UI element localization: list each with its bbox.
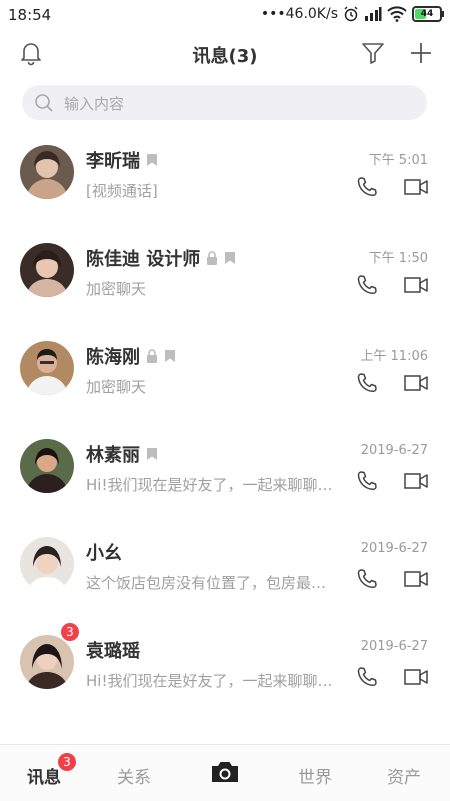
- search-icon: [35, 94, 53, 112]
- lock-icon: [207, 251, 218, 265]
- contact-name: 陈海刚: [86, 347, 140, 368]
- message-item[interactable]: 3 袁璐瑶 2019-6-27 Hi!我们现在是好友了，一起来聊聊吧！: [0, 618, 450, 716]
- contact-name-row: 小幺: [86, 539, 122, 565]
- alarm-icon: [344, 6, 358, 22]
- search-bar[interactable]: 输入内容: [22, 85, 427, 120]
- video-icon[interactable]: [404, 276, 428, 294]
- message-item[interactable]: 陈佳迪 设计师 下午 1:50 加密聊天: [0, 226, 450, 324]
- contact-name-row: 袁璐瑶: [86, 637, 140, 663]
- battery-icon: 44: [412, 6, 444, 22]
- message-item[interactable]: 林素丽 2019-6-27 Hi!我们现在是好友了，一起来聊聊吧！: [0, 422, 450, 520]
- message-preview: Hi!我们现在是好友了，一起来聊聊吧！: [86, 476, 341, 494]
- message-item[interactable]: 陈海刚 上午 11:06 加密聊天: [0, 324, 450, 422]
- message-time: 2019-6-27: [360, 443, 428, 458]
- phone-icon[interactable]: [356, 568, 378, 590]
- message-preview: 加密聊天: [86, 378, 147, 396]
- message-preview: Hi!我们现在是好友了，一起来聊聊吧！: [86, 672, 341, 690]
- filter-icon[interactable]: [360, 40, 386, 66]
- avatar[interactable]: [20, 635, 74, 689]
- contact-name-row: 陈佳迪 设计师: [86, 245, 236, 271]
- video-icon[interactable]: [404, 374, 428, 392]
- search-input[interactable]: 输入内容: [64, 93, 124, 114]
- phone-icon[interactable]: [356, 372, 378, 394]
- video-icon[interactable]: [404, 472, 428, 490]
- contact-name-row: 李昕瑞: [86, 147, 158, 173]
- message-preview: 这个饭店包房没有位置了，包房最低消费: [86, 574, 341, 592]
- tab-relations[interactable]: 关系: [117, 763, 151, 788]
- bookmark-icon: [147, 154, 157, 166]
- status-bar: 18:54 •••46.0K/s 44: [0, 0, 450, 30]
- contact-name: 李昕瑞: [86, 151, 140, 172]
- contact-name-row: 陈海刚: [86, 343, 176, 369]
- lock-icon: [147, 349, 157, 363]
- contact-name: 小幺: [86, 543, 122, 564]
- message-time: 上午 11:06: [360, 349, 428, 364]
- battery-level: 44: [420, 9, 434, 19]
- video-icon[interactable]: [404, 668, 428, 686]
- unread-badge: 3: [60, 622, 80, 642]
- message-time: 下午 1:50: [368, 251, 428, 266]
- contact-name-row: 林素丽: [86, 441, 158, 467]
- phone-icon[interactable]: [356, 666, 378, 688]
- message-time: 2019-6-27: [360, 541, 428, 556]
- avatar[interactable]: [20, 145, 74, 199]
- bookmark-icon: [225, 252, 236, 264]
- message-time: 2019-6-27: [360, 639, 428, 654]
- signal-icon: [365, 7, 382, 21]
- status-icons: •••46.0K/s 44: [260, 6, 444, 22]
- avatar[interactable]: [20, 243, 74, 297]
- message-preview: 加密聊天: [86, 280, 147, 298]
- tab-unread-badge: 3: [58, 753, 76, 771]
- phone-icon[interactable]: [356, 274, 378, 296]
- contact-name: 袁璐瑶: [86, 641, 140, 662]
- message-preview: [视频通话]: [86, 182, 158, 200]
- avatar[interactable]: [20, 537, 74, 591]
- avatar[interactable]: [20, 341, 74, 395]
- add-icon[interactable]: [408, 40, 434, 66]
- message-list: 李昕瑞 下午 5:01 [视频通话] 陈佳迪 设计师 下午 1:50 加密聊天 …: [0, 128, 450, 716]
- message-item[interactable]: 小幺 2019-6-27 这个饭店包房没有位置了，包房最低消费: [0, 520, 450, 618]
- contact-name: 陈佳迪 设计师: [86, 249, 201, 270]
- bookmark-icon: [165, 350, 175, 362]
- phone-icon[interactable]: [356, 470, 378, 492]
- tab-assets[interactable]: 资产: [387, 763, 421, 788]
- status-time: 18:54: [8, 6, 52, 24]
- tab-world[interactable]: 世界: [298, 763, 332, 788]
- phone-icon[interactable]: [356, 176, 378, 198]
- wifi-icon: [387, 6, 407, 22]
- top-bar: 讯息(3): [0, 30, 450, 76]
- message-time: 下午 5:01: [368, 153, 428, 168]
- contact-name: 林素丽: [86, 445, 140, 466]
- avatar[interactable]: [20, 439, 74, 493]
- bookmark-icon: [147, 448, 157, 460]
- video-icon[interactable]: [404, 178, 428, 196]
- bottom-tab-bar: 讯息 3 关系 世界 资产: [0, 744, 450, 801]
- message-item[interactable]: 李昕瑞 下午 5:01 [视频通话]: [0, 128, 450, 226]
- video-icon[interactable]: [404, 570, 428, 588]
- tab-messages[interactable]: 讯息: [27, 763, 61, 788]
- camera-icon[interactable]: [210, 760, 240, 784]
- network-speed: •••46.0K/s: [260, 6, 338, 22]
